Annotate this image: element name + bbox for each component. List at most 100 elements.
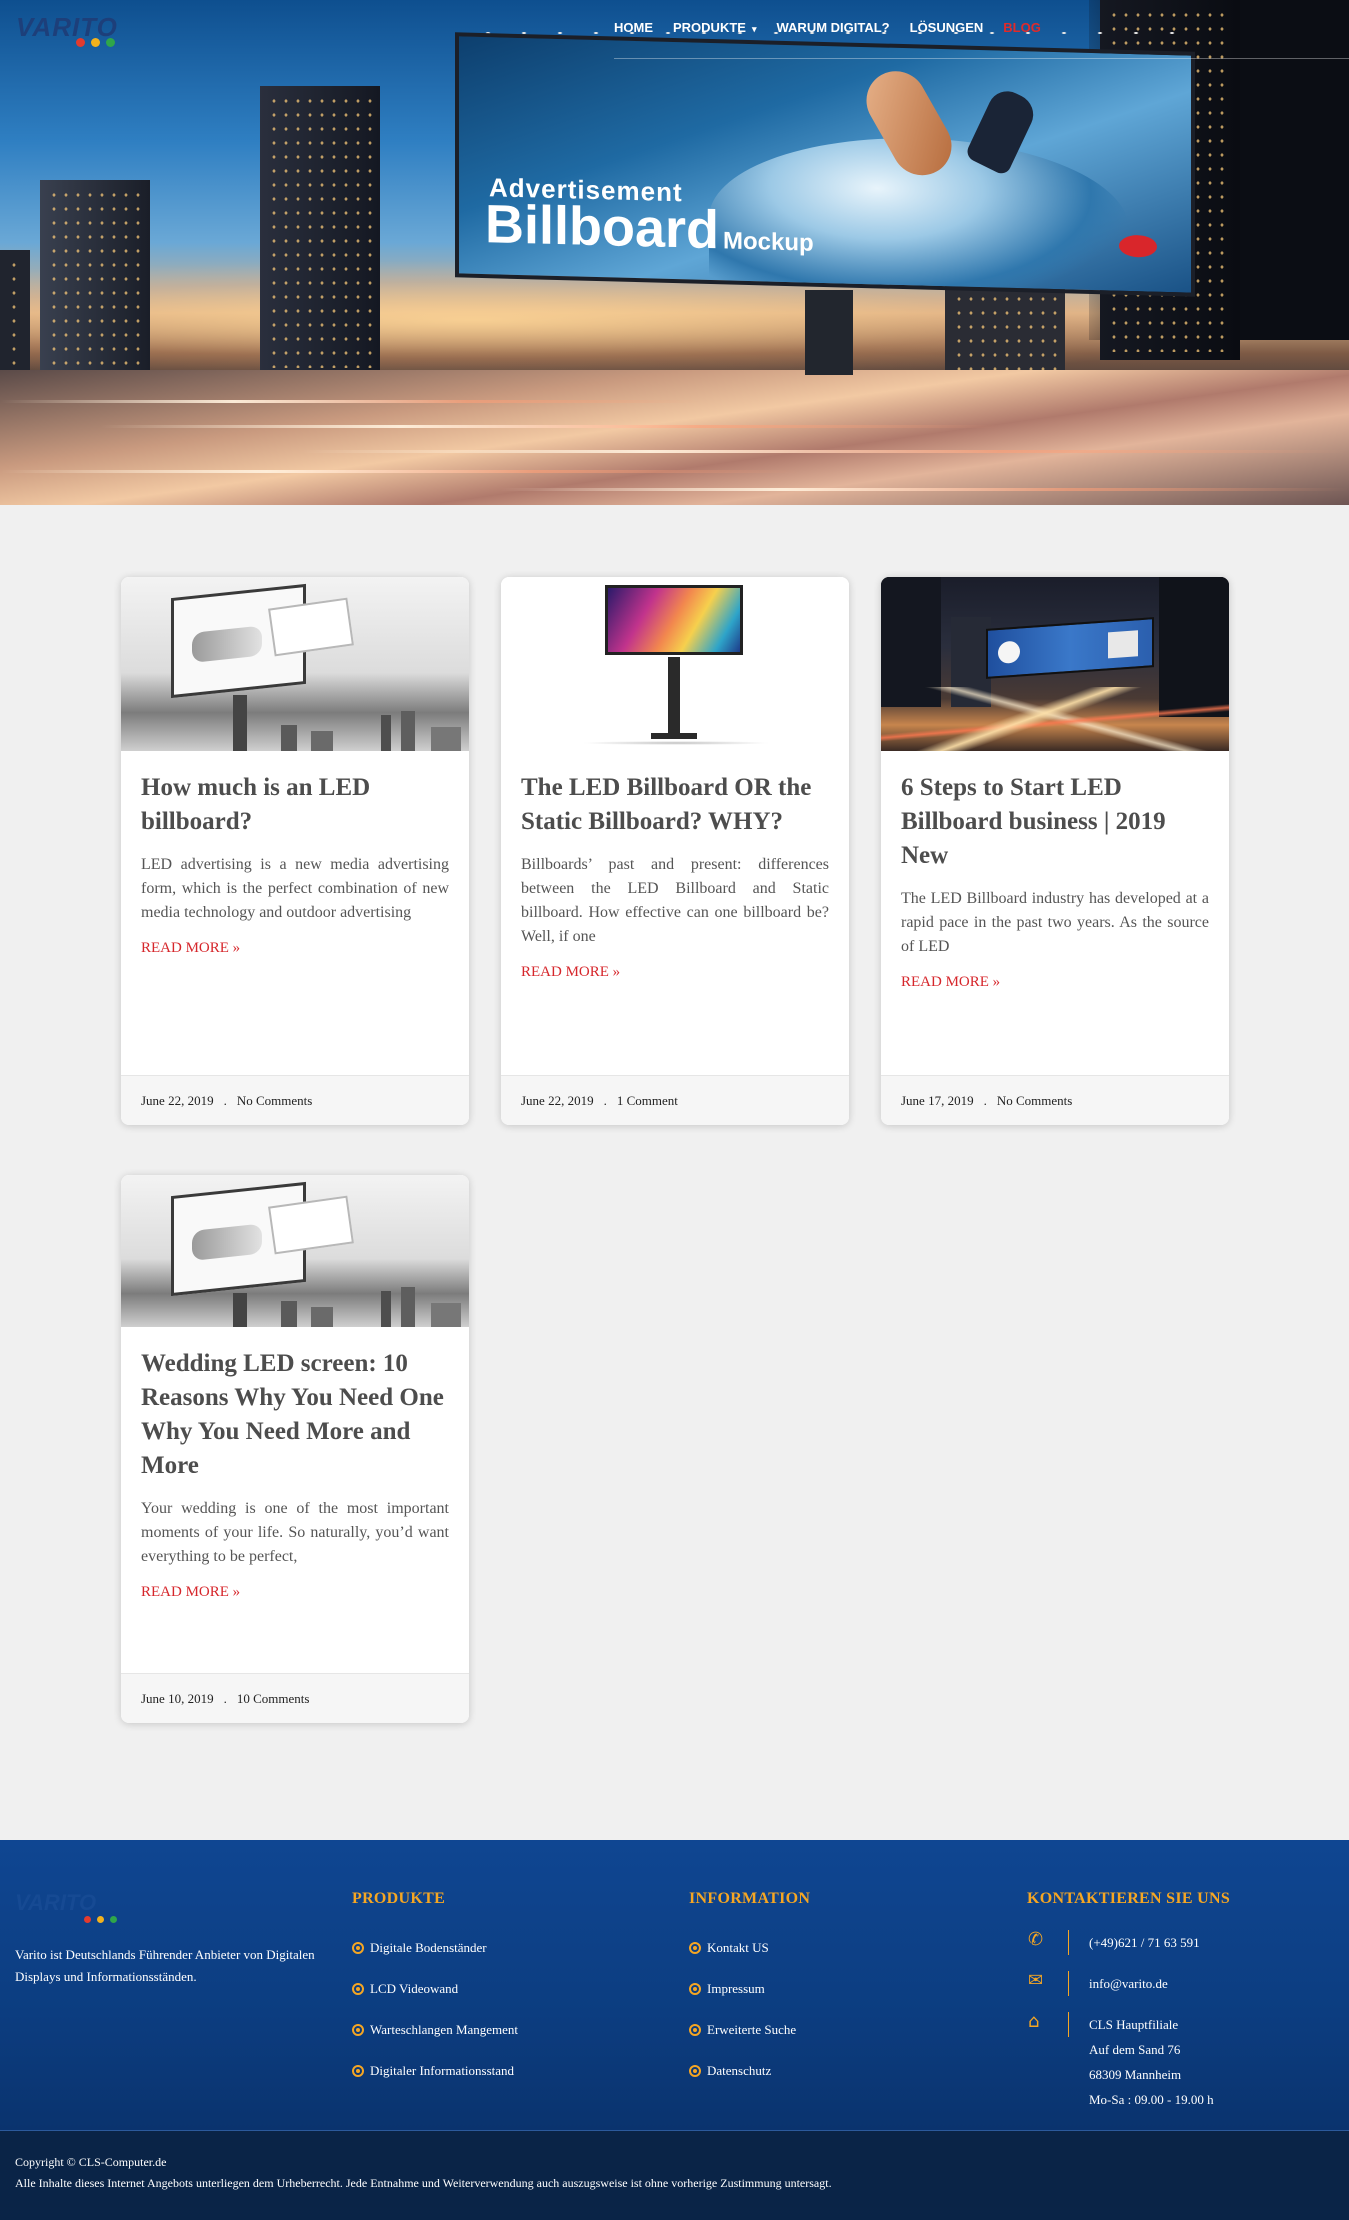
read-more-link[interactable]: READ MORE » <box>141 940 240 957</box>
contact-phone-row: ✆ (+49)621 / 71 63 591 <box>1028 1930 1200 1955</box>
circle-bullet-icon <box>352 1983 364 1995</box>
post-excerpt: LED advertising is a new media advertisi… <box>141 856 449 921</box>
card-body: How much is an LED billboard? LED advert… <box>121 751 469 957</box>
footer-link[interactable]: Kontakt US <box>689 1940 796 1981</box>
led-billboard-graphic <box>986 617 1154 679</box>
post-meta: June 22, 2019. No Comments <box>121 1075 469 1125</box>
footer-link[interactable]: Digitaler Informationsstand <box>352 2063 518 2104</box>
read-more-link[interactable]: READ MORE » <box>141 1584 240 1601</box>
card-body: The LED Billboard OR the Static Billboar… <box>501 751 849 981</box>
logo-dot <box>76 38 85 47</box>
footer-link-label: Warteschlangen Mangement <box>370 2022 519 2037</box>
footer-link[interactable]: Impressum <box>689 1981 796 2022</box>
circle-bullet-icon <box>352 1942 364 1954</box>
meta-separator: . <box>223 1691 227 1706</box>
circle-bullet-icon <box>689 2065 701 2077</box>
footer-link-label: Digitale Bodenständer <box>370 1940 487 1955</box>
footer-link-label: Digitaler Informationsstand <box>370 2063 515 2078</box>
blog-card: How much is an LED billboard? LED advert… <box>121 577 469 1125</box>
post-meta: June 10, 2019. 10 Comments <box>121 1673 469 1723</box>
blog-grid: How much is an LED billboard? LED advert… <box>0 505 1349 1840</box>
footer-information-list: Kontakt US Impressum Erweiterte Suche Da… <box>689 1940 796 2104</box>
post-excerpt: The LED Billboard industry has developed… <box>901 890 1209 955</box>
footer-link-label: Impressum <box>707 1981 765 1996</box>
skyline-graphic <box>271 711 469 751</box>
nav-home[interactable]: HOME <box>614 20 653 35</box>
nav-produkte[interactable]: PRODUKTE ▾ <box>673 20 756 35</box>
circle-bullet-icon <box>689 1942 701 1954</box>
stand-base-graphic <box>651 733 697 739</box>
blog-card: The LED Billboard OR the Static Billboar… <box>501 577 849 1125</box>
copyright-line: Copyright © CLS-Computer.de <box>15 2155 167 2169</box>
logo-dot <box>91 38 100 47</box>
site-header: VARITO HOME PRODUKTE ▾ WARUM DIGITAL? LÖS… <box>0 0 1349 60</box>
blog-card: Wedding LED screen: 10 Reasons Why You N… <box>121 1175 469 1723</box>
address-line: Auf dem Sand 76 <box>1089 2042 1181 2057</box>
circle-bullet-icon <box>689 2024 701 2036</box>
billboard-pole-graphic <box>233 695 247 751</box>
logo-dot <box>110 1916 117 1923</box>
footer-link-label: Datenschutz <box>707 2063 772 2078</box>
home-icon: ⌂ <box>1028 2011 1040 2032</box>
main-nav: HOME PRODUKTE ▾ WARUM DIGITAL? LÖSUNGEN B… <box>614 20 1061 35</box>
hero-building <box>40 180 150 380</box>
envelope-icon: ✉ <box>1028 1970 1044 1991</box>
meta-separator: . <box>983 1093 987 1108</box>
post-title[interactable]: 6 Steps to Start LED Billboard business … <box>901 771 1209 873</box>
paper-graphic <box>268 1195 354 1255</box>
nav-warum-digital[interactable]: WARUM DIGITAL? <box>776 20 889 35</box>
post-title[interactable]: Wedding LED screen: 10 Reasons Why You N… <box>141 1347 449 1483</box>
read-more-link[interactable]: READ MORE » <box>521 964 620 981</box>
footer-link[interactable]: Warteschlangen Mangement <box>352 2022 518 2063</box>
nav-divider <box>614 58 1349 59</box>
nav-blog[interactable]: BLOG <box>1003 20 1041 35</box>
paper-graphic <box>268 597 354 657</box>
footer-heading-information: INFORMATION <box>689 1890 811 1907</box>
billboard-post <box>805 290 853 375</box>
meta-separator: . <box>223 1093 227 1108</box>
nav-losungen[interactable]: LÖSUNGEN <box>910 20 984 35</box>
post-comments-link[interactable]: No Comments <box>997 1093 1072 1108</box>
contact-divider <box>1068 1930 1069 1955</box>
phone-icon: ✆ <box>1028 1929 1044 1950</box>
footer-logo-dots <box>84 1916 117 1923</box>
post-excerpt: Your wedding is one of the most importan… <box>141 1500 449 1565</box>
post-comments-link[interactable]: 1 Comment <box>617 1093 678 1108</box>
post-thumbnail[interactable] <box>121 577 469 751</box>
post-date: June 22, 2019 <box>521 1093 594 1108</box>
footer-link-label: LCD Videowand <box>370 1981 459 1996</box>
contact-email[interactable]: info@varito.de <box>1089 1971 1168 1996</box>
post-comments-link[interactable]: No Comments <box>237 1093 312 1108</box>
contact-phone[interactable]: (+49)621 / 71 63 591 <box>1089 1930 1200 1955</box>
site-footer: VARITO Varito ist Deutschlands Führender… <box>0 1840 1349 2130</box>
footer-link[interactable]: Digitale Bodenständer <box>352 1940 518 1981</box>
opening-hours: Mo-Sa : 09.00 - 19.00 h <box>1089 2092 1214 2107</box>
footer-link[interactable]: LCD Videowand <box>352 1981 518 2022</box>
contact-divider <box>1068 1971 1069 1996</box>
post-date: June 22, 2019 <box>141 1093 214 1108</box>
read-more-link[interactable]: READ MORE » <box>901 974 1000 991</box>
led-screen-graphic <box>605 585 743 655</box>
post-thumbnail[interactable] <box>881 577 1229 751</box>
stand-shadow-graphic <box>581 741 771 745</box>
post-title[interactable]: How much is an LED billboard? <box>141 771 449 839</box>
nav-produkte-label: PRODUKTE <box>673 20 746 35</box>
post-thumbnail[interactable] <box>121 1175 469 1327</box>
contact-email-row: ✉ info@varito.de <box>1028 1971 1168 1996</box>
copyright-bar: Copyright © CLS-Computer.de Alle Inhalte… <box>0 2130 1349 2220</box>
post-comments-link[interactable]: 10 Comments <box>237 1691 310 1706</box>
post-excerpt: Billboards’ past and present: difference… <box>521 856 829 945</box>
footer-link[interactable]: Erweiterte Suche <box>689 2022 796 2063</box>
logo-dot <box>84 1916 91 1923</box>
card-body: 6 Steps to Start LED Billboard business … <box>881 751 1229 991</box>
footer-about-text: Varito ist Deutschlands Führender Anbiet… <box>15 1947 315 1984</box>
meta-separator: . <box>603 1093 607 1108</box>
post-title[interactable]: The LED Billboard OR the Static Billboar… <box>521 771 829 839</box>
footer-link[interactable]: Datenschutz <box>689 2063 796 2104</box>
post-meta: June 17, 2019. No Comments <box>881 1075 1229 1125</box>
logo-dots <box>76 38 115 47</box>
address-line: CLS Hauptfiliale <box>1089 2017 1179 2032</box>
footer-logo[interactable]: VARITO <box>15 1890 96 1916</box>
post-thumbnail[interactable] <box>501 577 849 751</box>
footer-heading-produkte: PRODUKTE <box>352 1890 446 1907</box>
